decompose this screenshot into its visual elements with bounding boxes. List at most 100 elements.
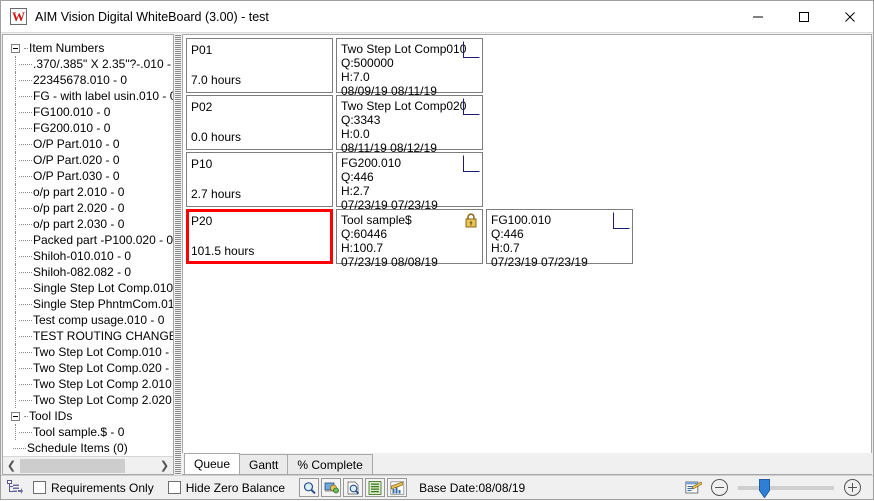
- tree-item[interactable]: Two Step Lot Comp 2.010 - 0: [3, 376, 173, 392]
- tree-item[interactable]: o/p part 2.010 - 0: [3, 184, 173, 200]
- operation-card[interactable]: P02 0.0 hours: [186, 95, 333, 150]
- tree-item[interactable]: o/p part 2.020 - 0: [3, 200, 173, 216]
- maximize-button[interactable]: [781, 1, 827, 32]
- zoom-in-button[interactable]: [844, 479, 861, 496]
- tree-item[interactable]: Single Step Lot Comp.010 - 0: [3, 280, 173, 296]
- list-report-icon[interactable]: [365, 478, 386, 497]
- tab-gantt[interactable]: Gantt: [239, 454, 289, 474]
- panel-splitter[interactable]: [174, 34, 182, 475]
- tree-item[interactable]: Single Step PhntmCom.010 - 0: [3, 296, 173, 312]
- job-title: Two Step Lot Comp010: [341, 42, 467, 56]
- scroll-thumb[interactable]: [20, 458, 125, 473]
- tree-item[interactable]: o/p part 2.030 - 0: [3, 216, 173, 232]
- tree-connector: [17, 72, 33, 88]
- magnifier-icon[interactable]: [299, 478, 320, 497]
- job-card[interactable]: FG100.010 Q:446 H:0.7 07/23/19 07/23/19: [486, 209, 633, 269]
- tab-queue[interactable]: Queue: [184, 453, 241, 474]
- status-left-group: Requirements Only Hide Zero Balance Base…: [5, 478, 525, 497]
- zoom-out-button[interactable]: [711, 479, 728, 496]
- job-card[interactable]: Two Step Lot Comp010 Q:500000 H:7.0 08/09/1…: [336, 38, 483, 98]
- checkbox-requirements-only[interactable]: Requirements Only: [33, 481, 168, 495]
- tree-item[interactable]: O/P Part.030 - 0: [3, 168, 173, 184]
- hierarchy-grid-icon[interactable]: [5, 478, 25, 497]
- scroll-track[interactable]: [20, 457, 156, 474]
- minimize-button[interactable]: [735, 1, 781, 32]
- tree-item[interactable]: TEST ROUTING CHANGE.010 - 0: [3, 328, 173, 344]
- tree-indent: [3, 264, 17, 280]
- tree-group-0[interactable]: Item Numbers: [3, 40, 173, 56]
- tree-indent: [3, 296, 17, 312]
- tree-indent: [3, 88, 17, 104]
- zoom-slider-track[interactable]: [738, 485, 834, 490]
- operation-row: P20 101.5 hours Tool sample$ Q:60446 H:100.7…: [186, 209, 871, 269]
- job-title: Two Step Lot Comp020: [341, 99, 467, 113]
- operation-row: P02 0.0 hours Two Step Lot Comp020 Q:3343 H:…: [186, 95, 871, 155]
- tree-item-schedule-items[interactable]: Schedule Items (0): [3, 440, 173, 456]
- tree-item[interactable]: Tool sample.$ - 0: [3, 424, 173, 440]
- tree-item[interactable]: 22345678.010 - 0: [3, 72, 173, 88]
- tree-item[interactable]: Test comp usage.010 - 0: [3, 312, 173, 328]
- operation-hours: 0.0 hours: [191, 130, 242, 144]
- tree-item-label: Packed part -P100.020 - 0: [33, 233, 173, 247]
- job-title: Tool sample$: [341, 213, 412, 227]
- tree-item[interactable]: Shiloh-082.082 - 0: [3, 264, 173, 280]
- job-hours: H:0.7: [491, 241, 520, 255]
- scroll-right-arrow[interactable]: ❯: [156, 457, 173, 474]
- tree-expander-icon[interactable]: [11, 43, 20, 53]
- tree-item[interactable]: .370/.385" X 2.35"?-.010 - 0: [3, 56, 173, 72]
- chart-report-icon[interactable]: [387, 478, 408, 497]
- window-controls: [735, 1, 873, 32]
- tree-item[interactable]: FG200.010 - 0: [3, 120, 173, 136]
- tree-item[interactable]: Two Step Lot Comp 2.020 - 0: [3, 392, 173, 408]
- view-tabs[interactable]: Queue Gantt% Complete: [182, 453, 872, 475]
- operation-card[interactable]: P10 2.7 hours: [186, 152, 333, 207]
- tree-connector: [17, 264, 33, 280]
- tab-complete[interactable]: % Complete: [287, 454, 373, 474]
- job-card[interactable]: Tool sample$ Q:60446 H:100.7 07/23/19 08/08…: [336, 209, 483, 269]
- operation-card[interactable]: P01 7.0 hours: [186, 38, 333, 93]
- tree-item[interactable]: Two Step Lot Comp.010 - 0: [3, 344, 173, 360]
- zoom-slider[interactable]: [738, 478, 834, 498]
- requirements-only-checkbox[interactable]: [33, 481, 46, 494]
- job-quantity: Q:3343: [341, 113, 381, 127]
- whiteboard-canvas[interactable]: P01 7.0 hours Two Step Lot Comp010 Q:500000…: [182, 34, 872, 453]
- tree-indent: [3, 376, 17, 392]
- whiteboard-panel: P01 7.0 hours Two Step Lot Comp010 Q:500000…: [182, 34, 872, 475]
- scroll-left-arrow[interactable]: ❮: [3, 457, 20, 474]
- document-search-icon[interactable]: [343, 478, 364, 497]
- tree-item-label: Single Step PhntmCom.010 - 0: [33, 297, 173, 311]
- title-bar: W AIM Vision Digital WhiteBoard (3.00) -…: [1, 1, 873, 33]
- tree-item[interactable]: FG - with label usin.010 - 0: [3, 88, 173, 104]
- hide-zero-balance-checkbox[interactable]: [167, 481, 181, 494]
- tree-indent: [3, 216, 17, 232]
- tree-item[interactable]: Shiloh-010.010 - 0: [3, 248, 173, 264]
- tree-item[interactable]: Two Step Lot Comp.020 - 0: [3, 360, 173, 376]
- tree-item[interactable]: Packed part -P100.020 - 0: [3, 232, 173, 248]
- item-tree[interactable]: Item Numbers .370/.385" X 2.35"?-.010 - 0…: [3, 35, 173, 456]
- window-title: AIM Vision Digital WhiteBoard (3.00) - t…: [35, 9, 269, 24]
- tree-item[interactable]: FG100.010 - 0: [3, 104, 173, 120]
- zoom-slider-thumb[interactable]: [759, 478, 770, 498]
- tree-indent: [3, 232, 17, 248]
- lock-icon[interactable]: [464, 213, 478, 228]
- corner-marker-icon: [463, 98, 480, 115]
- operation-code: P02: [191, 100, 213, 114]
- checkbox-hide-zero-balance[interactable]: Hide Zero Balance: [167, 481, 299, 495]
- job-title: FG100.010: [491, 213, 552, 227]
- tree-connector: [17, 424, 33, 440]
- users-group-icon[interactable]: [321, 478, 342, 497]
- job-dates: 07/23/19 07/23/19: [491, 255, 588, 269]
- operation-card[interactable]: P20 101.5 hours: [186, 209, 333, 264]
- job-card[interactable]: FG200.010 Q:446 H:2.7 07/23/19 07/23/19: [336, 152, 483, 212]
- tree-item[interactable]: O/P Part.010 - 0: [3, 136, 173, 152]
- tree-expander-icon[interactable]: [11, 411, 20, 421]
- close-button[interactable]: [827, 1, 873, 32]
- tree-horizontal-scrollbar[interactable]: ❮ ❯: [3, 456, 173, 474]
- window-settings-icon[interactable]: [683, 478, 703, 497]
- job-card[interactable]: Two Step Lot Comp020 Q:3343 H:0.0 08/11/19 …: [336, 95, 483, 155]
- tree-indent: [3, 344, 17, 360]
- job-quantity: Q:60446: [341, 227, 388, 241]
- tree-group-1[interactable]: Tool IDs: [3, 408, 173, 424]
- tree-item[interactable]: O/P Part.020 - 0: [3, 152, 173, 168]
- operation-code: P20: [191, 214, 213, 228]
